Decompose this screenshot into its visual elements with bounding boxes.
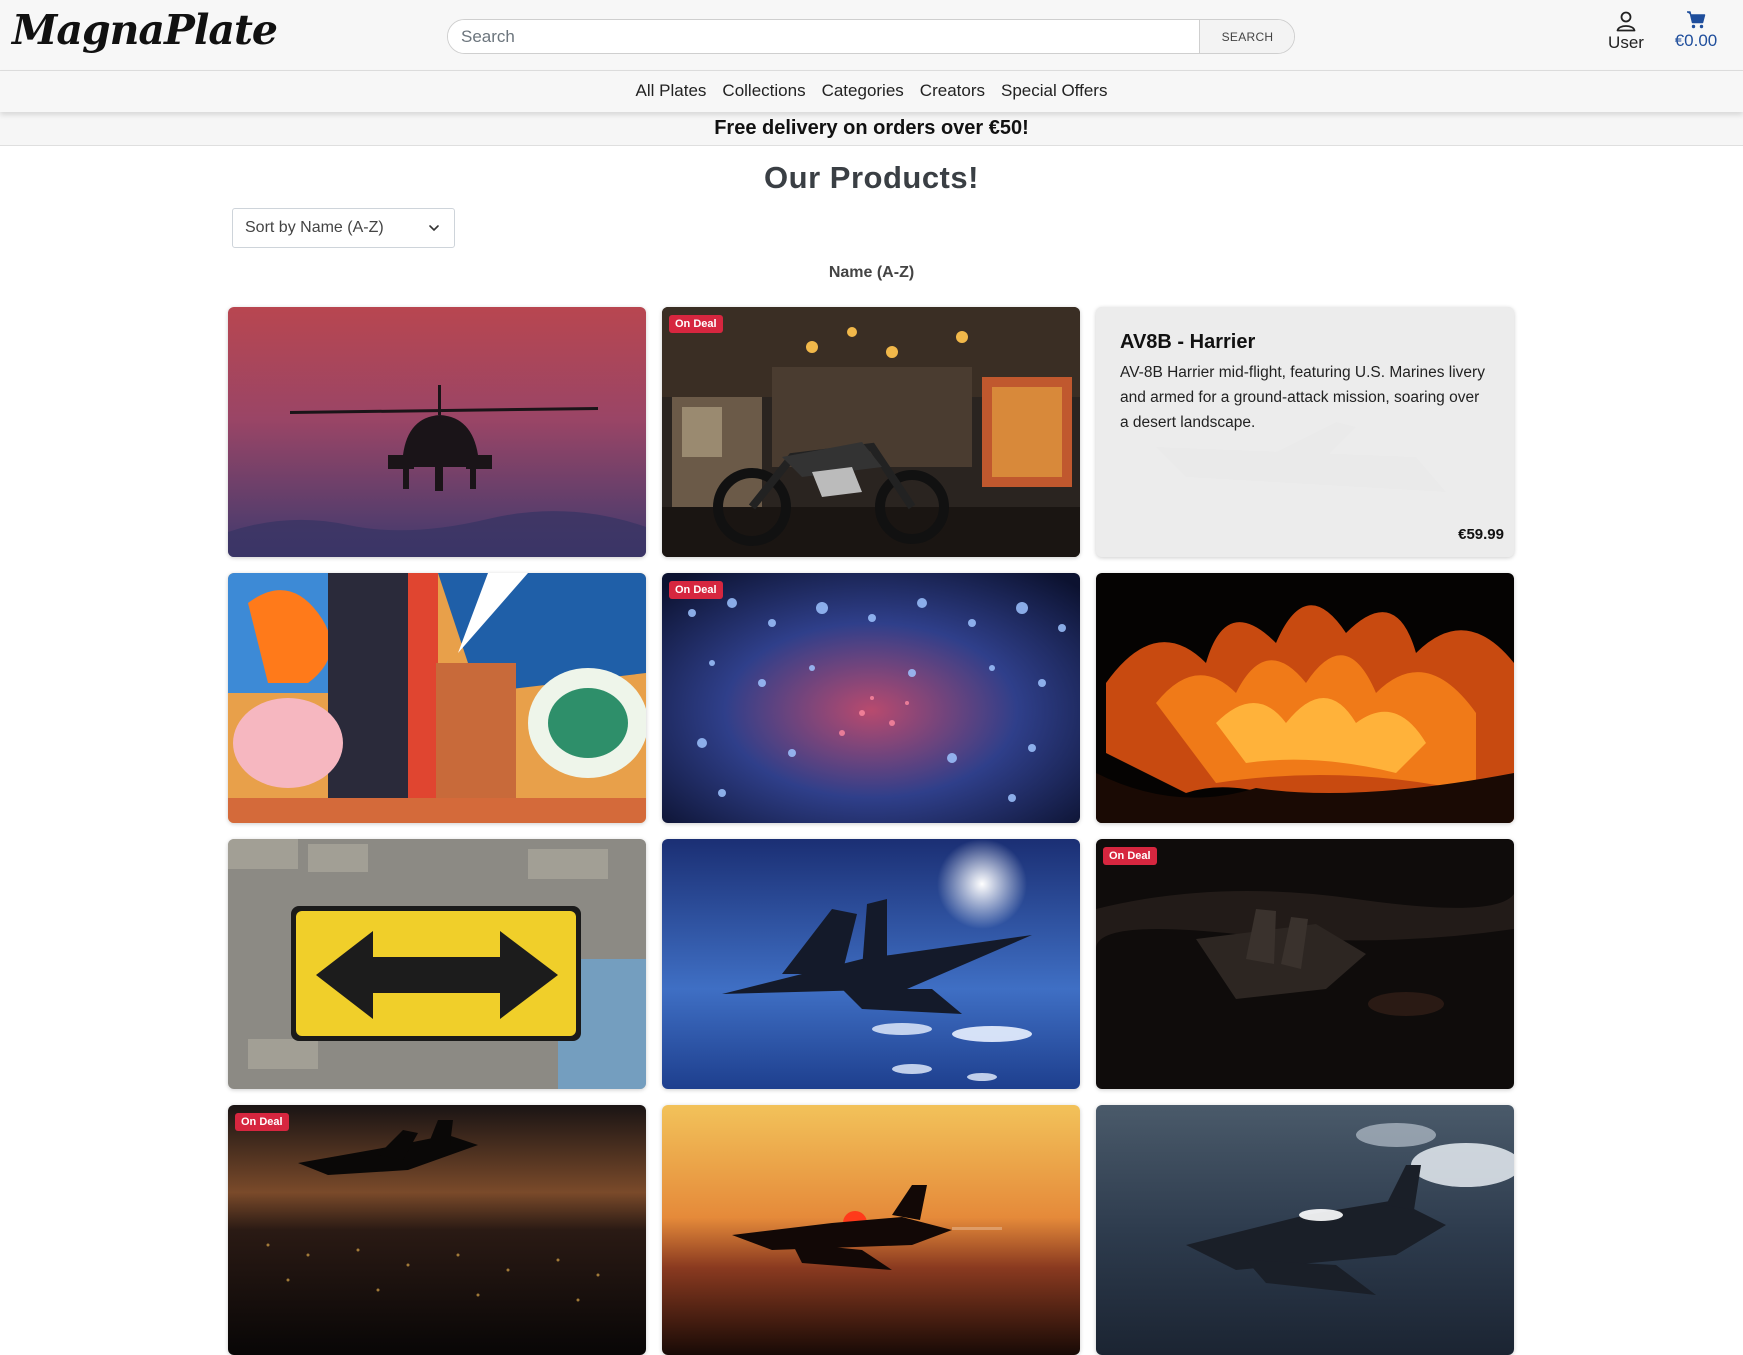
product-price: €59.99 bbox=[1458, 526, 1504, 543]
sort-caption: Name (A-Z) bbox=[828, 264, 915, 281]
product-image-fire-flames bbox=[1096, 573, 1514, 823]
product-image-graffiti-wall bbox=[228, 573, 646, 823]
logo[interactable]: MagnaPlate bbox=[12, 6, 278, 54]
user-label: User bbox=[1608, 33, 1644, 52]
product-title: AV8B - Harrier bbox=[1120, 331, 1256, 353]
main-nav: All Plates Collections Categories Creato… bbox=[0, 71, 1743, 112]
search-bar: SEARCH bbox=[447, 19, 1295, 54]
product-card[interactable] bbox=[1096, 573, 1514, 823]
nav-categories[interactable]: Categories bbox=[822, 81, 904, 101]
user-icon bbox=[1616, 11, 1636, 32]
product-description: AV-8B Harrier mid-flight, featuring U.S.… bbox=[1120, 364, 1485, 431]
product-card[interactable] bbox=[1096, 1105, 1514, 1355]
product-image-jet-at-sunset bbox=[662, 1105, 1080, 1355]
search-button[interactable]: SEARCH bbox=[1199, 20, 1294, 53]
product-image-jet-over-city-dusk bbox=[228, 1105, 646, 1355]
deal-badge: On Deal bbox=[669, 581, 723, 599]
product-image-motorcycle-shop bbox=[662, 307, 1080, 557]
product-card[interactable] bbox=[662, 1105, 1080, 1355]
product-card[interactable] bbox=[228, 573, 646, 823]
sort-select[interactable]: Sort by Name (A-Z) bbox=[232, 208, 455, 248]
nav-special-offers[interactable]: Special Offers bbox=[1001, 81, 1107, 101]
product-info-overlay: AV8B - Harrier AV-8B Harrier mid-flight,… bbox=[1096, 307, 1514, 557]
sort-selected-value: Sort by Name (A-Z) bbox=[245, 219, 384, 236]
product-card[interactable]: AV8B - Harrier AV-8B Harrier mid-flight,… bbox=[1096, 307, 1514, 557]
nav-creators[interactable]: Creators bbox=[920, 81, 985, 101]
page-title: Our Products! bbox=[764, 160, 979, 195]
product-image-yellow-arrow-sign bbox=[228, 839, 646, 1089]
product-image-lantern-installation bbox=[662, 573, 1080, 823]
deal-badge: On Deal bbox=[235, 1113, 289, 1131]
nav-all-plates[interactable]: All Plates bbox=[636, 81, 707, 101]
product-image-jet-above-clouds bbox=[662, 839, 1080, 1089]
product-image-f16-over-clouds bbox=[1096, 1105, 1514, 1355]
promo-banner: Free delivery on orders over €50! bbox=[0, 112, 1743, 146]
product-card[interactable] bbox=[662, 839, 1080, 1089]
deal-badge: On Deal bbox=[669, 315, 723, 333]
nav-collections[interactable]: Collections bbox=[722, 81, 805, 101]
product-card[interactable]: On Deal bbox=[662, 573, 1080, 823]
cart-icon bbox=[1687, 11, 1706, 29]
deal-badge: On Deal bbox=[1103, 847, 1157, 865]
product-image-apache-helicopter bbox=[228, 307, 646, 557]
cart-total: €0.00 bbox=[1674, 31, 1718, 50]
search-input[interactable] bbox=[448, 20, 1199, 53]
product-card[interactable]: On Deal bbox=[1096, 839, 1514, 1089]
top-header: MagnaPlate SEARCH User €0.00 bbox=[0, 0, 1743, 71]
product-card[interactable]: On Deal bbox=[228, 1105, 646, 1355]
product-card[interactable]: On Deal bbox=[662, 307, 1080, 557]
product-card[interactable] bbox=[228, 839, 646, 1089]
cart-button[interactable]: €0.00 bbox=[1668, 10, 1724, 51]
product-image-jet-at-night bbox=[1096, 839, 1514, 1089]
chevron-down-icon bbox=[429, 225, 439, 232]
product-card[interactable] bbox=[228, 307, 646, 557]
user-account-button[interactable]: User bbox=[1600, 10, 1652, 53]
